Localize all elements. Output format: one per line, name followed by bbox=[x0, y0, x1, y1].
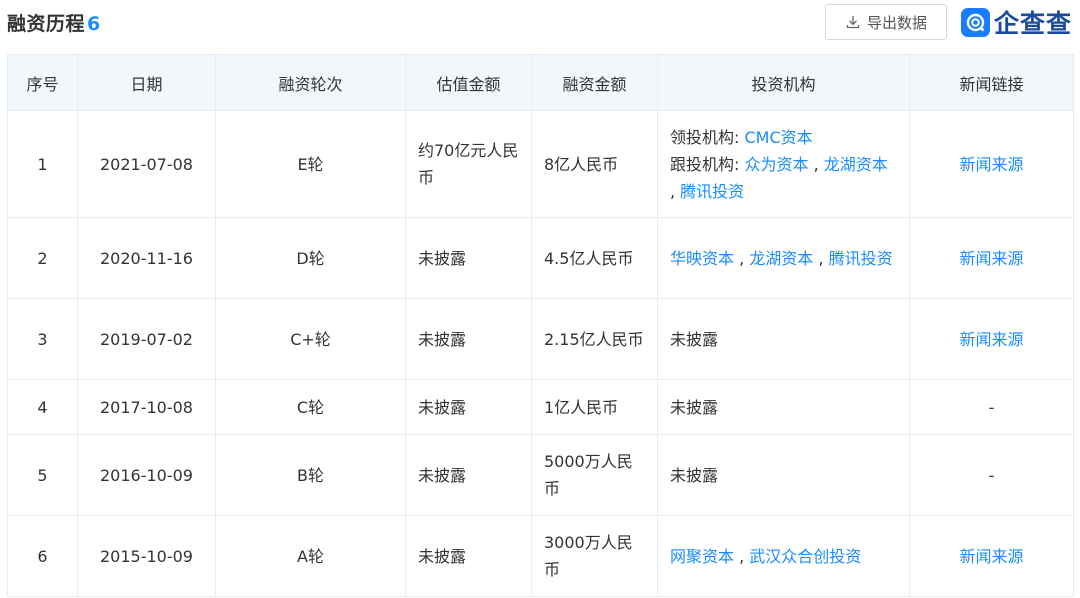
investor-link[interactable]: 网聚资本 bbox=[670, 547, 734, 566]
investor-link[interactable]: 武汉众合创投资 bbox=[749, 547, 861, 566]
cell-index: 3 bbox=[7, 298, 78, 380]
download-icon bbox=[846, 16, 860, 29]
news-source-link[interactable]: 新闻来源 bbox=[959, 547, 1023, 566]
cell-round: C轮 bbox=[215, 379, 406, 435]
cell-date: 2015-10-09 bbox=[77, 515, 216, 597]
cell-investors: 领投机构: CMC资本跟投机构: 众为资本 , 龙湖资本 , 腾讯投资 bbox=[657, 110, 910, 218]
record-count: 6 bbox=[87, 13, 101, 35]
table-row: 5 2016-10-09 B轮 未披露 5000万人民币 未披露 - bbox=[7, 434, 1074, 516]
cell-index: 1 bbox=[7, 110, 78, 218]
column-header-date: 日期 bbox=[77, 54, 216, 111]
cell-amount: 1亿人民币 bbox=[531, 379, 658, 435]
cell-round: E轮 bbox=[215, 110, 406, 218]
cell-investors: 未披露 bbox=[657, 379, 910, 435]
cell-valuation: 未披露 bbox=[405, 298, 532, 380]
cell-date: 2020-11-16 bbox=[77, 217, 216, 299]
table-row: 6 2015-10-09 A轮 未披露 3000万人民币 网聚资本 , 武汉众合… bbox=[7, 515, 1074, 597]
cell-index: 4 bbox=[7, 379, 78, 435]
cell-index: 5 bbox=[7, 434, 78, 516]
separator: , bbox=[808, 154, 824, 174]
news-source-link[interactable]: 新闻来源 bbox=[959, 330, 1023, 349]
cell-round: D轮 bbox=[215, 217, 406, 299]
cell-valuation: 未披露 bbox=[405, 217, 532, 299]
cell-index: 6 bbox=[7, 515, 78, 597]
cell-date: 2019-07-02 bbox=[77, 298, 216, 380]
cell-round: B轮 bbox=[215, 434, 406, 516]
table-row: 3 2019-07-02 C+轮 未披露 2.15亿人民币 未披露 新闻来源 bbox=[7, 298, 1074, 380]
cell-news: 新闻来源 bbox=[909, 515, 1074, 597]
cell-date: 2021-07-08 bbox=[77, 110, 216, 218]
cell-news: 新闻来源 bbox=[909, 298, 1074, 380]
column-header-valuation: 估值金额 bbox=[405, 54, 532, 111]
column-header-news: 新闻链接 bbox=[909, 54, 1074, 111]
separator: , bbox=[734, 248, 750, 268]
column-header-amount: 融资金额 bbox=[531, 54, 658, 111]
cell-amount: 5000万人民币 bbox=[531, 434, 658, 516]
investor-link[interactable]: 腾讯投资 bbox=[680, 182, 744, 201]
follow-investors-label: 跟投机构: bbox=[670, 154, 745, 174]
cell-news: - bbox=[909, 434, 1074, 516]
cell-round: A轮 bbox=[215, 515, 406, 597]
section-title-text: 融资历程 bbox=[7, 13, 86, 35]
investor-link[interactable]: 龙湖资本 bbox=[749, 249, 813, 268]
news-source-link[interactable]: 新闻来源 bbox=[959, 249, 1023, 268]
investor-link[interactable]: 龙湖资本 bbox=[824, 155, 888, 174]
cell-valuation: 未披露 bbox=[405, 434, 532, 516]
table-row: 4 2017-10-08 C轮 未披露 1亿人民币 未披露 - bbox=[7, 379, 1074, 435]
cell-valuation: 约70亿元人民币 bbox=[405, 110, 532, 218]
brand-logo: 企查查 bbox=[961, 4, 1072, 40]
table-header-row: 序号 日期 融资轮次 估值金额 融资金额 投资机构 新闻链接 bbox=[7, 54, 1074, 111]
section-title: 融资历程 6 bbox=[7, 9, 101, 36]
separator: , bbox=[734, 546, 750, 566]
column-header-investors: 投资机构 bbox=[657, 54, 910, 111]
cell-news: 新闻来源 bbox=[909, 217, 1074, 299]
cell-amount: 8亿人民币 bbox=[531, 110, 658, 218]
cell-amount: 4.5亿人民币 bbox=[531, 217, 658, 299]
brand-name: 企查查 bbox=[994, 9, 1073, 38]
cell-amount: 2.15亿人民币 bbox=[531, 298, 658, 380]
cell-news: 新闻来源 bbox=[909, 110, 1074, 218]
cell-round: C+轮 bbox=[215, 298, 406, 380]
cell-date: 2016-10-09 bbox=[77, 434, 216, 516]
cell-investors: 未披露 bbox=[657, 298, 910, 380]
separator: , bbox=[670, 181, 681, 201]
qichacha-logo-icon bbox=[961, 7, 990, 37]
export-data-label: 导出数据 bbox=[866, 13, 927, 32]
cell-news: - bbox=[909, 379, 1074, 435]
news-source-link[interactable]: 新闻来源 bbox=[959, 155, 1023, 174]
cell-index: 2 bbox=[7, 217, 78, 299]
separator: , bbox=[813, 248, 829, 268]
investor-link[interactable]: 腾讯投资 bbox=[829, 249, 893, 268]
investor-link[interactable]: 众为资本 bbox=[744, 155, 808, 174]
column-header-round: 融资轮次 bbox=[215, 54, 406, 111]
section-header: 融资历程 6 导出数据 企查查 bbox=[0, 0, 1080, 48]
lead-investors-label: 领投机构: bbox=[670, 127, 745, 147]
table-row: 2 2020-11-16 D轮 未披露 4.5亿人民币 华映资本 , 龙湖资本 … bbox=[7, 217, 1074, 299]
cell-date: 2017-10-08 bbox=[77, 379, 216, 435]
column-header-index: 序号 bbox=[7, 54, 78, 111]
investor-link[interactable]: CMC资本 bbox=[744, 128, 812, 147]
cell-investors: 网聚资本 , 武汉众合创投资 bbox=[657, 515, 910, 597]
cell-investors: 未披露 bbox=[657, 434, 910, 516]
investor-link[interactable]: 华映资本 bbox=[670, 249, 734, 268]
cell-amount: 3000万人民币 bbox=[531, 515, 658, 597]
table-row: 1 2021-07-08 E轮 约70亿元人民币 8亿人民币 领投机构: CMC… bbox=[7, 110, 1074, 218]
export-data-button[interactable]: 导出数据 bbox=[825, 4, 947, 40]
cell-valuation: 未披露 bbox=[405, 379, 532, 435]
financing-history-table: 序号 日期 融资轮次 估值金额 融资金额 投资机构 新闻链接 1 2021-07… bbox=[7, 54, 1074, 597]
cell-valuation: 未披露 bbox=[405, 515, 532, 597]
cell-investors: 华映资本 , 龙湖资本 , 腾讯投资 bbox=[657, 217, 910, 299]
